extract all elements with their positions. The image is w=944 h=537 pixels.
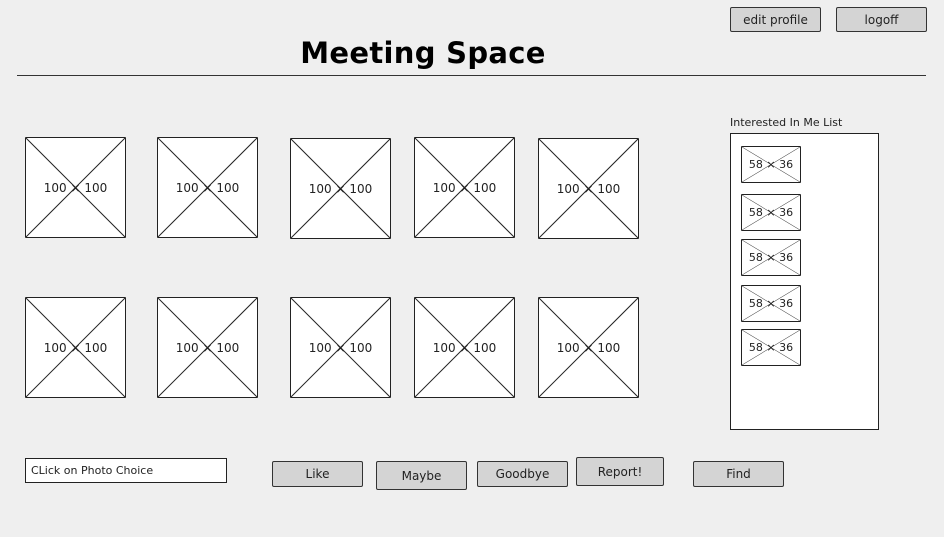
header-divider bbox=[17, 75, 926, 76]
photo-size-label: 100 × 100 bbox=[556, 181, 621, 196]
photo-choice-input[interactable] bbox=[25, 458, 227, 483]
photo-size-label: 100 × 100 bbox=[556, 340, 621, 355]
maybe-button[interactable]: Maybe bbox=[376, 461, 467, 490]
interested-list-label: Interested In Me List bbox=[730, 116, 843, 129]
interested-thumbnail-4[interactable]: 58 × 36 bbox=[741, 285, 801, 322]
photo-size-label: 100 × 100 bbox=[43, 340, 108, 355]
photo-placeholder-10[interactable]: 100 × 100 bbox=[538, 297, 639, 398]
find-button[interactable]: Find bbox=[693, 461, 784, 487]
interested-thumbnail-5[interactable]: 58 × 36 bbox=[741, 329, 801, 366]
photo-placeholder-6[interactable]: 100 × 100 bbox=[25, 297, 126, 398]
photo-placeholder-9[interactable]: 100 × 100 bbox=[414, 297, 515, 398]
photo-size-label: 100 × 100 bbox=[432, 340, 497, 355]
photo-size-label: 100 × 100 bbox=[432, 180, 497, 195]
interested-thumbnail-2[interactable]: 58 × 36 bbox=[741, 194, 801, 231]
thumbnail-size-label: 58 × 36 bbox=[748, 341, 794, 354]
photo-size-label: 100 × 100 bbox=[175, 340, 240, 355]
thumbnail-size-label: 58 × 36 bbox=[748, 297, 794, 310]
like-button[interactable]: Like bbox=[272, 461, 363, 487]
edit-profile-button[interactable]: edit profile bbox=[730, 7, 821, 32]
photo-size-label: 100 × 100 bbox=[43, 180, 108, 195]
thumbnail-size-label: 58 × 36 bbox=[748, 206, 794, 219]
photo-size-label: 100 × 100 bbox=[308, 181, 373, 196]
photo-placeholder-8[interactable]: 100 × 100 bbox=[290, 297, 391, 398]
thumbnail-size-label: 58 × 36 bbox=[748, 158, 794, 171]
photo-placeholder-3[interactable]: 100 × 100 bbox=[290, 138, 391, 239]
photo-size-label: 100 × 100 bbox=[308, 340, 373, 355]
photo-size-label: 100 × 100 bbox=[175, 180, 240, 195]
report-button[interactable]: Report! bbox=[576, 457, 664, 486]
photo-placeholder-7[interactable]: 100 × 100 bbox=[157, 297, 258, 398]
photo-placeholder-4[interactable]: 100 × 100 bbox=[414, 137, 515, 238]
logoff-button[interactable]: logoff bbox=[836, 7, 927, 32]
photo-placeholder-5[interactable]: 100 × 100 bbox=[538, 138, 639, 239]
photo-placeholder-2[interactable]: 100 × 100 bbox=[157, 137, 258, 238]
goodbye-button[interactable]: Goodbye bbox=[477, 461, 568, 487]
interested-thumbnail-3[interactable]: 58 × 36 bbox=[741, 239, 801, 276]
photo-placeholder-1[interactable]: 100 × 100 bbox=[25, 137, 126, 238]
interested-thumbnail-1[interactable]: 58 × 36 bbox=[741, 146, 801, 183]
page-title: Meeting Space bbox=[300, 36, 546, 70]
thumbnail-size-label: 58 × 36 bbox=[748, 251, 794, 264]
